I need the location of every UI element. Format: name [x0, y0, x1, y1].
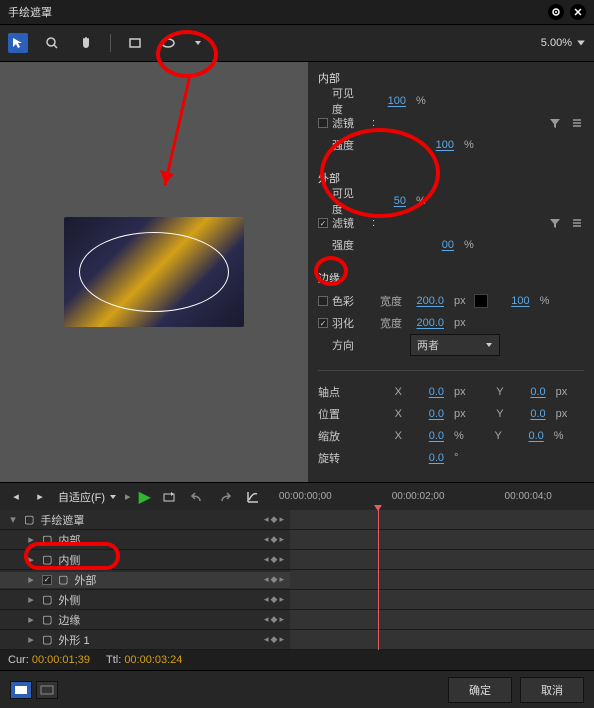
track-outer[interactable]: ▸ ✓ ▢ 外部 ◂◆▸	[0, 572, 290, 588]
track-shape[interactable]: ▸ ▢ 外形 1 ◂◆▸	[0, 632, 290, 648]
track-edge[interactable]: ▸ ▢ 边缘 ◂◆▸	[0, 612, 290, 628]
next-control[interactable]: ▸	[125, 490, 131, 503]
section-transform: 轴点 X0.0px Y0.0px 位置 X0.0px Y0.0px 缩放 X0.…	[318, 381, 584, 469]
track-body[interactable]	[290, 510, 594, 529]
edge-dir-label: 方向	[318, 337, 364, 353]
track-icon: ▢	[24, 513, 34, 526]
edge-dir-dropdown[interactable]: 两者	[410, 334, 500, 356]
inner-visibility-label: 可见度	[318, 85, 364, 117]
zoom-control[interactable]: 5.00%	[541, 37, 586, 49]
edge-colorbox[interactable]	[474, 294, 488, 308]
outer-filter-row[interactable]: ✓滤镜	[318, 215, 364, 231]
edge-soften-row[interactable]: ✓羽化	[318, 315, 364, 331]
list-icon[interactable]	[570, 216, 584, 230]
rot-value[interactable]: 0.0	[410, 452, 444, 464]
rect-tool[interactable]	[125, 33, 145, 53]
outer-strength-value[interactable]: 00	[420, 239, 454, 251]
view-mode-1[interactable]	[10, 681, 32, 699]
redo-button[interactable]	[215, 487, 235, 507]
edge-color-row[interactable]: 色彩	[318, 293, 364, 309]
select-tool[interactable]	[8, 33, 28, 53]
play-button[interactable]: ▶	[139, 487, 151, 507]
inner-filter-checkbox[interactable]	[318, 118, 328, 128]
edge-color-checkbox[interactable]	[318, 296, 328, 306]
edge-pct[interactable]: 100	[496, 295, 530, 307]
scale-y[interactable]: 0.0	[510, 430, 544, 442]
next-key[interactable]: ▸	[30, 487, 50, 507]
list-icon[interactable]	[570, 116, 584, 130]
track-icon: ▢	[42, 533, 52, 546]
preview-image	[64, 217, 244, 327]
inner-strength-value[interactable]: 100	[420, 139, 454, 151]
inner-strength-label: 强度	[318, 137, 364, 153]
canvas[interactable]	[0, 62, 308, 482]
scale-x[interactable]: 0.0	[410, 430, 444, 442]
outer-visibility-value[interactable]: 50	[372, 195, 406, 207]
section-edge-title: 边缘	[318, 270, 584, 286]
properties-panel: 内部 可见度 100% 滤镜 : 强度 100% 外部	[308, 62, 594, 482]
scale-label: 缩放	[318, 428, 364, 444]
pivot-x[interactable]: 0.0	[410, 386, 444, 398]
ok-button[interactable]: 确定	[448, 677, 512, 703]
loop-button[interactable]	[159, 487, 179, 507]
timeline-controls: ◂ ▸ 自适应(F) ▸ ▶ 00:00:00;00 00:00:02;00 0…	[0, 482, 594, 510]
section-outer-title: 外部	[318, 170, 584, 186]
pos-y[interactable]: 0.0	[512, 408, 546, 420]
track-inner[interactable]: ▸ ▢ 内部 ◂◆▸	[0, 532, 290, 548]
tracks-panel: ▾ ▢ 手绘遮罩 ◂◆▸ ▸ ▢ 内部 ◂◆▸ ▸ ▢ 内侧 ◂◆▸ ▸ ✓ ▢…	[0, 510, 594, 650]
pos-label: 位置	[318, 406, 364, 422]
mask-ellipse[interactable]	[79, 232, 229, 312]
section-outer: 外部 可见度 50% ✓滤镜 : 强度 00%	[318, 170, 584, 256]
window-title: 手绘遮罩	[8, 4, 52, 20]
window-buttons	[548, 4, 586, 20]
expand-icon[interactable]: ▾	[8, 513, 18, 526]
outer-visibility-label: 可见度	[318, 185, 364, 217]
section-inner: 内部 可见度 100% 滤镜 : 强度 100%	[318, 70, 584, 156]
separator	[110, 34, 111, 52]
edge-width2[interactable]: 200.0	[410, 317, 444, 329]
playhead[interactable]	[378, 510, 379, 650]
pos-x[interactable]: 0.0	[410, 408, 444, 420]
close-button[interactable]	[570, 4, 586, 20]
track-outer-checkbox[interactable]: ✓	[42, 575, 52, 585]
time-ruler[interactable]: 00:00:00;00 00:00:02;00 00:00:04;0	[271, 483, 588, 511]
pivot-label: 轴点	[318, 384, 364, 400]
toolbar: 5.00%	[0, 24, 594, 62]
filter-icon[interactable]	[548, 216, 562, 230]
divider	[318, 370, 584, 371]
ttl-timecode: 00:00:03:24	[124, 654, 182, 666]
pivot-y[interactable]: 0.0	[512, 386, 546, 398]
main-area: 内部 可见度 100% 滤镜 : 强度 100% 外部	[0, 62, 594, 482]
fit-dropdown[interactable]: 自适应(F)	[58, 489, 117, 505]
zoom-value: 5.00%	[541, 37, 572, 49]
status-bar: Cur: 00:00:01;39 Ttl: 00:00:03:24	[0, 650, 594, 670]
cur-timecode: 00:00:01;39	[32, 654, 90, 666]
rot-label: 旋转	[318, 450, 364, 466]
filter-icon[interactable]	[548, 116, 562, 130]
ellipse-tool[interactable]	[159, 33, 179, 53]
track-outer2[interactable]: ▸ ▢ 外侧 ◂◆▸	[0, 592, 290, 608]
dock-button[interactable]	[548, 4, 564, 20]
cancel-button[interactable]: 取消	[520, 677, 584, 703]
edge-soften-checkbox[interactable]: ✓	[318, 318, 328, 328]
view-mode-2[interactable]	[36, 681, 58, 699]
inner-filter-row[interactable]: 滤镜	[318, 115, 364, 131]
track-root[interactable]: ▾ ▢ 手绘遮罩 ◂◆▸	[0, 512, 290, 528]
zoom-tool[interactable]	[42, 33, 62, 53]
prev-key[interactable]: ◂	[6, 487, 26, 507]
hand-tool[interactable]	[76, 33, 96, 53]
curve-button[interactable]	[243, 487, 263, 507]
footer: 确定 取消	[0, 670, 594, 708]
section-inner-title: 内部	[318, 70, 584, 86]
expand-icon[interactable]: ▸	[26, 533, 36, 546]
undo-button[interactable]	[187, 487, 207, 507]
outer-filter-checkbox[interactable]: ✓	[318, 218, 328, 228]
edge-width1[interactable]: 200.0	[410, 295, 444, 307]
outer-strength-label: 强度	[318, 237, 364, 253]
track-inner2[interactable]: ▸ ▢ 内侧 ◂◆▸	[0, 552, 290, 568]
section-edge: 边缘 色彩 宽度 200.0px 100% ✓羽化 宽度 200.0px 方向 …	[318, 270, 584, 356]
titlebar: 手绘遮罩	[0, 0, 594, 24]
tool-dropdown[interactable]	[193, 33, 203, 53]
inner-visibility-value[interactable]: 100	[372, 95, 406, 107]
